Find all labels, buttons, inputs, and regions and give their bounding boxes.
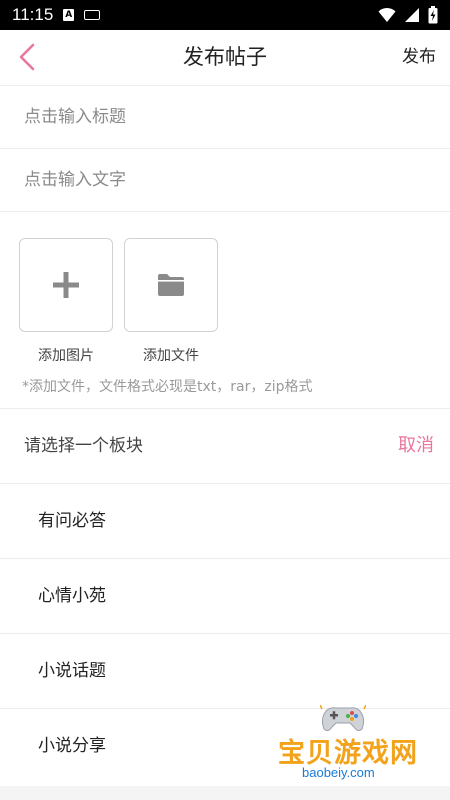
title-field-row xyxy=(0,86,450,149)
content-field-row xyxy=(0,149,450,212)
section-item-wenda[interactable]: 有问必答 xyxy=(0,484,450,559)
a-notification-icon: A xyxy=(63,9,75,21)
title-bar: 发布帖子 发布 xyxy=(0,30,450,86)
board-select-prompt: 请选择一个板块 xyxy=(24,436,143,456)
section-item-label: 小说话题 xyxy=(38,661,106,681)
section-item-huati[interactable]: 小说话题 xyxy=(0,634,450,709)
file-format-hint: *添加文件，文件格式必现是txt，rar，zip格式 xyxy=(22,379,313,395)
publish-button[interactable]: 发布 xyxy=(402,30,436,85)
bottom-strip xyxy=(0,786,450,800)
gamepad-icon xyxy=(320,705,366,732)
add-file-label: 添加文件 xyxy=(143,348,199,364)
page-title: 发布帖子 xyxy=(183,45,267,69)
battery-charging-icon xyxy=(428,6,438,24)
folder-icon xyxy=(158,274,184,296)
chevron-left-icon xyxy=(19,43,35,71)
section-item-label: 小说分享 xyxy=(38,736,106,756)
signal-icon xyxy=(405,8,419,22)
status-bar: 11:15 A xyxy=(0,0,450,30)
add-file-button[interactable] xyxy=(124,238,218,332)
status-time: 11:15 xyxy=(12,5,54,24)
watermark-url: baobeiy.com xyxy=(302,765,375,780)
plus-icon xyxy=(53,272,79,298)
section-item-xinqing[interactable]: 心情小苑 xyxy=(0,559,450,634)
title-input[interactable] xyxy=(0,86,450,148)
add-image-button[interactable] xyxy=(19,238,113,332)
cancel-button[interactable]: 取消 xyxy=(398,409,434,483)
back-button[interactable] xyxy=(12,42,42,72)
board-select-header: 请选择一个板块 取消 xyxy=(0,409,450,484)
section-item-label: 有问必答 xyxy=(38,511,106,531)
content-input[interactable] xyxy=(0,149,450,211)
add-image-label: 添加图片 xyxy=(38,348,94,364)
watermark-logo: 宝贝游戏网 baobeiy.com xyxy=(274,705,424,783)
keyboard-icon xyxy=(84,10,101,20)
section-item-label: 心情小苑 xyxy=(38,586,106,606)
wifi-icon xyxy=(378,7,396,22)
